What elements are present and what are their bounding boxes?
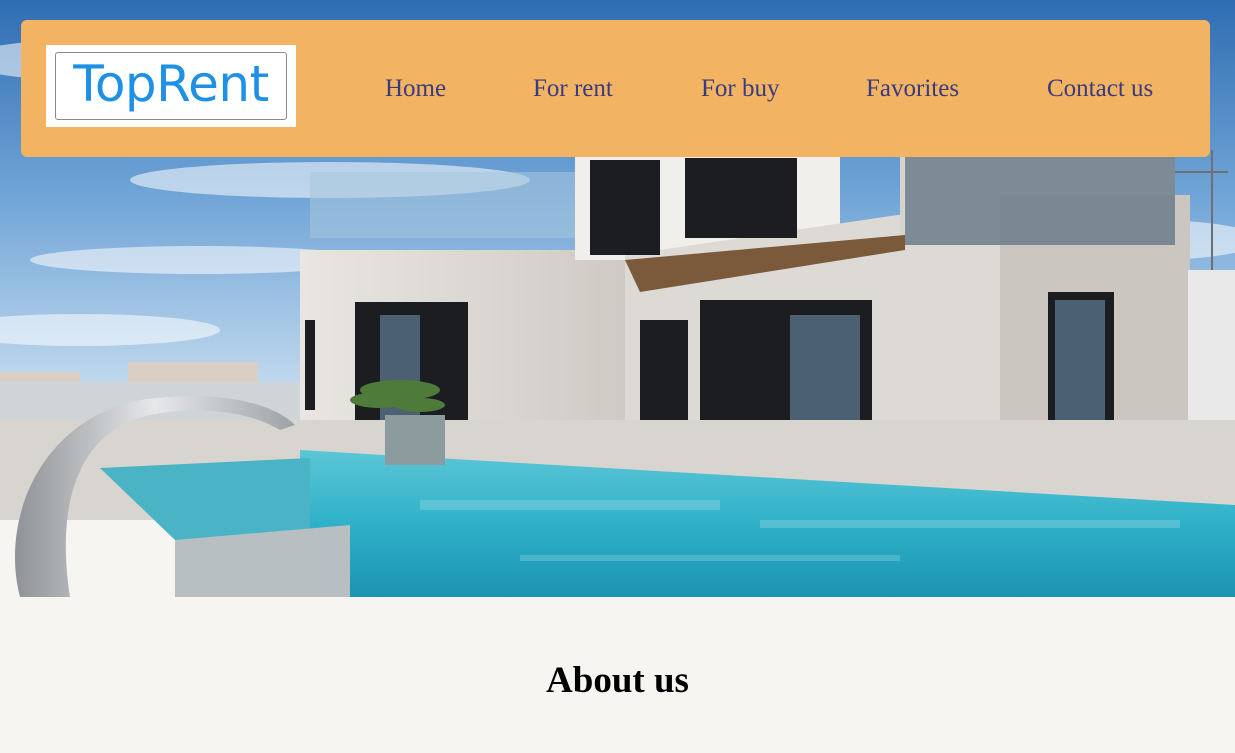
logo-frame: TopRent [55,52,287,120]
about-title: About us [546,660,689,701]
about-section: About us [0,597,1235,753]
nav-link-favorites[interactable]: Favorites [866,74,959,104]
nav-link-contact-us[interactable]: Contact us [1047,74,1153,104]
logo[interactable]: TopRent [46,45,296,127]
logo-text: TopRent [73,55,269,113]
nav-link-home[interactable]: Home [385,74,446,104]
nav-link-for-buy[interactable]: For buy [701,74,779,104]
nav-link-for-rent[interactable]: For rent [533,74,613,104]
page: TopRent Home For rent For buy Favorites … [0,0,1235,753]
navbar: TopRent Home For rent For buy Favorites … [21,20,1210,157]
